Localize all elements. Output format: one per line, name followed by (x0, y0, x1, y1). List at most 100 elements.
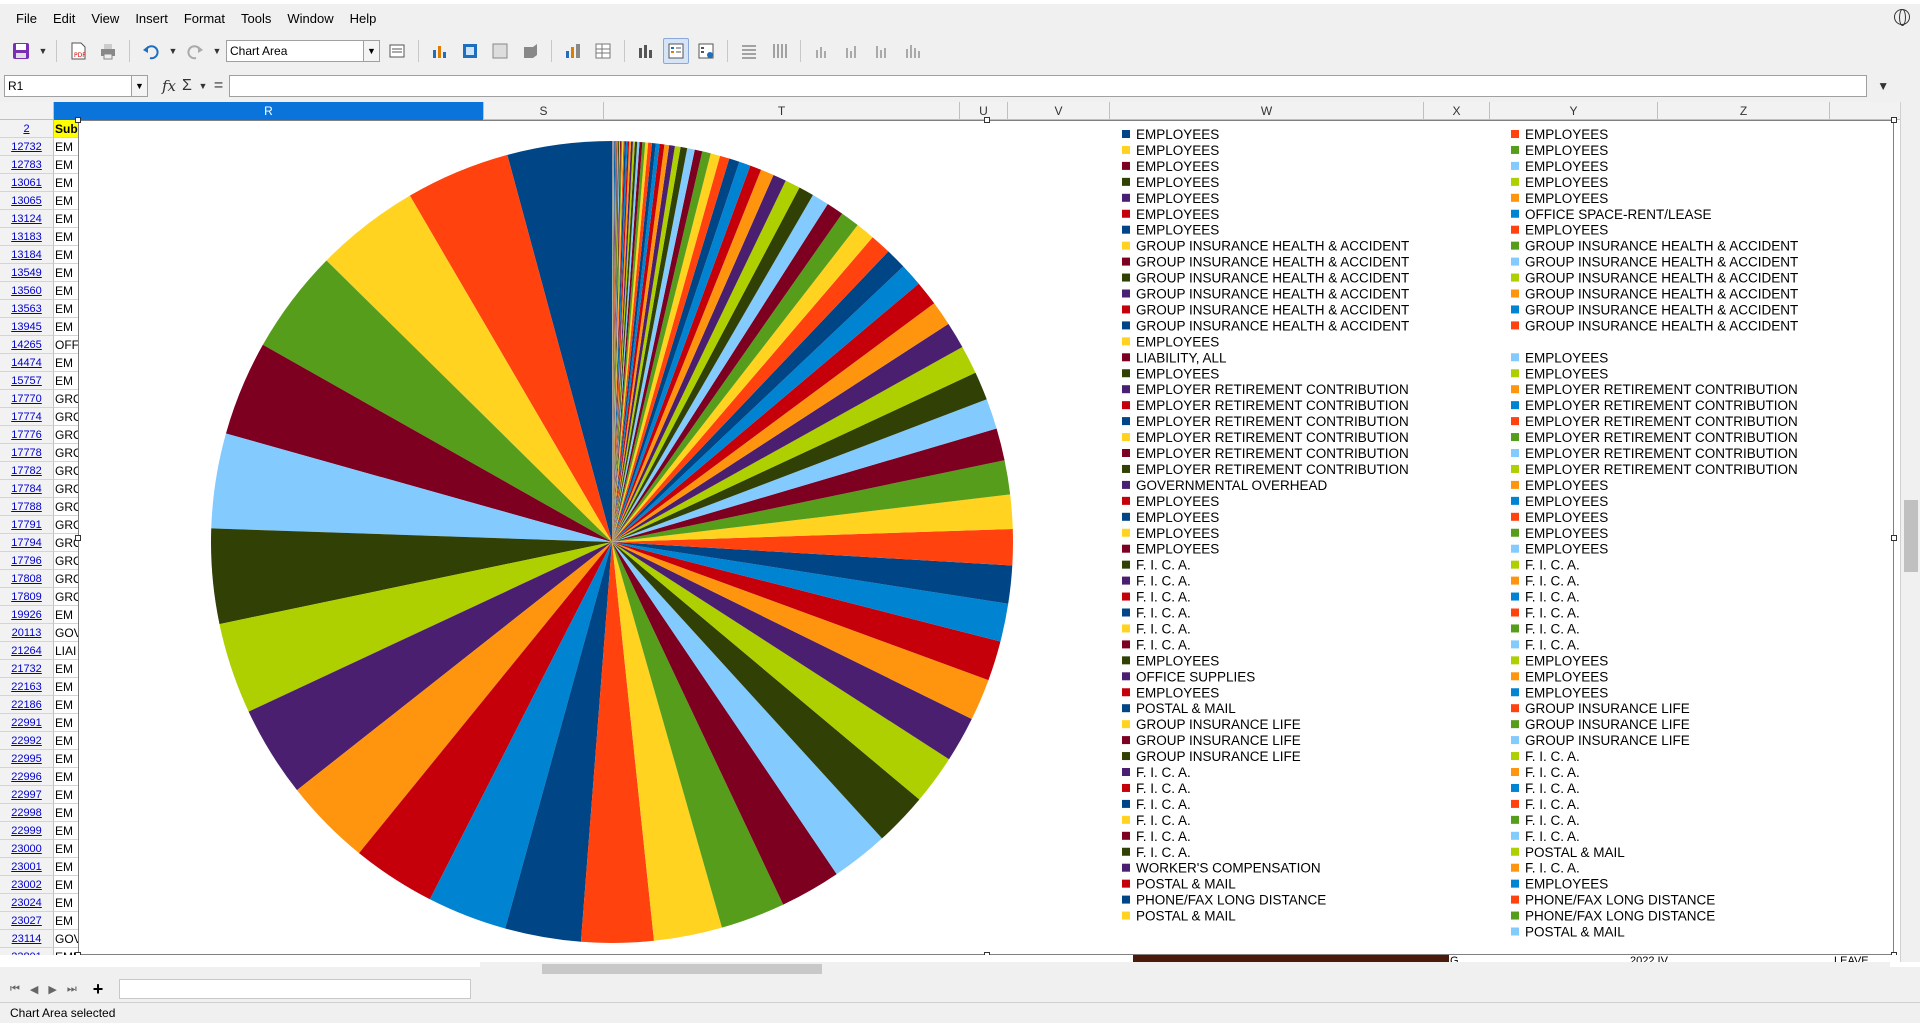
selection-handle[interactable] (984, 117, 990, 123)
pie-chart[interactable]: EMPLOYEESEMPLOYEESEMPLOYEESEMPLOYEESEMPL… (78, 120, 1894, 955)
cell[interactable]: EM (54, 840, 78, 858)
menu-file[interactable]: File (8, 11, 45, 26)
cell[interactable]: EM (54, 768, 78, 786)
row-header[interactable]: 23002 (0, 876, 54, 894)
menu-format[interactable]: Format (176, 11, 233, 26)
selection-handle[interactable] (1891, 117, 1897, 123)
column-header-s[interactable]: S (484, 102, 604, 120)
row-header[interactable]: 22995 (0, 750, 54, 768)
z-axis-icon[interactable] (869, 38, 895, 64)
cell[interactable]: EM (54, 786, 78, 804)
cell[interactable]: EM (54, 822, 78, 840)
cell[interactable]: EM (54, 246, 78, 264)
row-header[interactable]: 23001 (0, 858, 54, 876)
menu-edit[interactable]: Edit (45, 11, 83, 26)
next-sheet-icon[interactable]: ▶ (48, 983, 56, 996)
selection-handle[interactable] (75, 535, 81, 541)
row-header[interactable]: 13124 (0, 210, 54, 228)
cell[interactable]: EM (54, 192, 78, 210)
row-header[interactable]: 22997 (0, 786, 54, 804)
row-header[interactable]: 19926 (0, 606, 54, 624)
row-header[interactable]: 23000 (0, 840, 54, 858)
cell[interactable]: EM (54, 354, 78, 372)
cell[interactable]: EM (54, 606, 78, 624)
row-header[interactable]: 13184 (0, 246, 54, 264)
cell[interactable]: GOV (54, 624, 78, 642)
menu-window[interactable]: Window (279, 11, 341, 26)
cell[interactable]: EM (54, 174, 78, 192)
cell[interactable]: EM (54, 732, 78, 750)
format-selection-icon[interactable] (384, 38, 410, 64)
vertical-scroll-thumb[interactable] (1904, 500, 1918, 572)
row-header[interactable]: 14474 (0, 354, 54, 372)
cell[interactable]: EM (54, 282, 78, 300)
column-header-t[interactable]: T (604, 102, 960, 120)
x-axis-icon[interactable] (809, 38, 835, 64)
cell[interactable]: EM (54, 318, 78, 336)
row-header[interactable]: 17791 (0, 516, 54, 534)
data-series-icon[interactable] (633, 38, 659, 64)
chart-3d-icon[interactable] (517, 38, 543, 64)
selection-handle[interactable] (75, 117, 81, 123)
row-header[interactable]: 21732 (0, 660, 54, 678)
cell[interactable]: EM (54, 228, 78, 246)
export-pdf-icon[interactable]: PDF (65, 38, 91, 64)
horizontal-grids-icon[interactable] (736, 38, 762, 64)
row-header[interactable]: 13549 (0, 264, 54, 282)
expand-formula-bar-icon[interactable]: ▼ (1877, 79, 1889, 93)
cell[interactable]: GRO (54, 498, 78, 516)
formula-input[interactable] (229, 75, 1867, 97)
cell[interactable]: EM (54, 138, 78, 156)
legend-toggle-icon[interactable] (663, 38, 689, 64)
redo-dropdown-icon[interactable]: ▼ (212, 46, 222, 56)
cell[interactable]: EM (54, 714, 78, 732)
chart-wall-icon[interactable] (457, 38, 483, 64)
cell[interactable]: GRO (54, 480, 78, 498)
cell[interactable]: EM (54, 300, 78, 318)
row-header[interactable]: 13183 (0, 228, 54, 246)
cell[interactable]: EM (54, 678, 78, 696)
row-header[interactable]: 12732 (0, 138, 54, 156)
all-axes-icon[interactable] (899, 38, 925, 64)
cell[interactable]: EM (54, 156, 78, 174)
row-header[interactable]: 17794 (0, 534, 54, 552)
row-header[interactable]: 2 (0, 120, 54, 138)
menu-view[interactable]: View (83, 11, 127, 26)
cell[interactable]: GRO (54, 426, 78, 444)
cell[interactable]: EM (54, 912, 78, 930)
cell[interactable]: GRO (54, 516, 78, 534)
row-header[interactable]: 17808 (0, 570, 54, 588)
column-header-z[interactable]: Z (1658, 102, 1830, 120)
row-header[interactable]: 22996 (0, 768, 54, 786)
chevron-down-icon[interactable]: ▼ (363, 41, 379, 61)
undo-dropdown-icon[interactable]: ▼ (168, 46, 178, 56)
cell[interactable]: GRO (54, 588, 78, 606)
row-header[interactable]: 23027 (0, 912, 54, 930)
vertical-scrollbar[interactable] (1900, 102, 1920, 962)
sum-dropdown-icon[interactable]: ▼ (198, 81, 208, 91)
cell[interactable]: EM (54, 894, 78, 912)
row-header[interactable]: 17788 (0, 498, 54, 516)
save-icon[interactable] (8, 38, 34, 64)
undo-icon[interactable] (138, 38, 164, 64)
row-header[interactable]: 15757 (0, 372, 54, 390)
selection-handle[interactable] (1891, 535, 1897, 541)
cell[interactable]: EM (54, 264, 78, 282)
save-dropdown-icon[interactable]: ▼ (38, 46, 48, 56)
redo-icon[interactable] (182, 38, 208, 64)
menu-tools[interactable]: Tools (233, 11, 279, 26)
function-wizard-icon[interactable]: fx (162, 77, 176, 95)
row-header[interactable]: 17774 (0, 408, 54, 426)
cell[interactable]: EM (54, 696, 78, 714)
chevron-down-icon[interactable]: ▼ (131, 76, 147, 96)
row-header[interactable]: 17782 (0, 462, 54, 480)
cell[interactable]: GRO (54, 570, 78, 588)
cell[interactable]: GRO (54, 390, 78, 408)
first-sheet-icon[interactable]: ⏮ (10, 983, 20, 996)
menu-help[interactable]: Help (342, 11, 385, 26)
row-header[interactable]: 13945 (0, 318, 54, 336)
row-header[interactable]: 13560 (0, 282, 54, 300)
column-header-v[interactable]: V (1008, 102, 1110, 120)
row-header[interactable]: 17796 (0, 552, 54, 570)
row-header[interactable]: 23114 (0, 930, 54, 948)
